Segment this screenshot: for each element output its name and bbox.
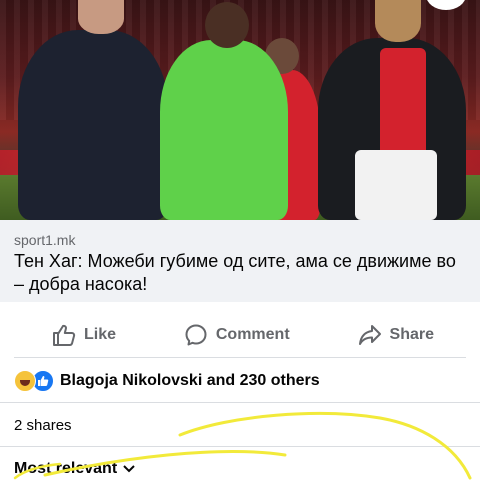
coach-figure (18, 30, 168, 220)
reactions-summary[interactable]: Blagoja Nikolovski and 230 others (14, 370, 320, 392)
comment-label: Comment (215, 325, 290, 343)
chevron-down-icon (123, 465, 135, 473)
comment-sort-label: Most relevant (14, 460, 118, 477)
divider (0, 402, 480, 403)
goalkeeper-figure (160, 40, 288, 220)
divider (0, 446, 480, 447)
link-preview[interactable]: sport1.mk Тен Хаг: Можеби губиме од сите… (0, 220, 480, 302)
red-shirt (380, 48, 426, 158)
post-action-bar: Like Comment Share (14, 312, 466, 358)
link-headline[interactable]: Тен Хаг: Можеби губиме од сите, ама се д… (14, 250, 469, 296)
white-shorts (355, 150, 437, 220)
like-label: Like (84, 325, 117, 343)
share-button[interactable]: Share (358, 324, 434, 346)
reactions-text: Blagoja Nikolovski and 230 others (60, 372, 320, 389)
share-label: Share (389, 325, 434, 343)
like-button[interactable]: Like (52, 324, 116, 346)
comment-bubble-icon (185, 324, 207, 345)
haha-reaction-icon (14, 370, 36, 392)
goalkeeper-head (205, 2, 249, 48)
thumbs-up-icon (53, 324, 76, 346)
comment-sort-dropdown[interactable]: Most relevant (14, 460, 135, 478)
link-domain: sport1.mk (14, 232, 76, 248)
share-arrow-icon (358, 324, 381, 345)
shares-count[interactable]: 2 shares (14, 417, 72, 434)
comment-button[interactable]: Comment (184, 323, 290, 347)
post-image[interactable] (0, 0, 480, 220)
player-blonde-head (375, 0, 421, 42)
coach-head (78, 0, 124, 34)
